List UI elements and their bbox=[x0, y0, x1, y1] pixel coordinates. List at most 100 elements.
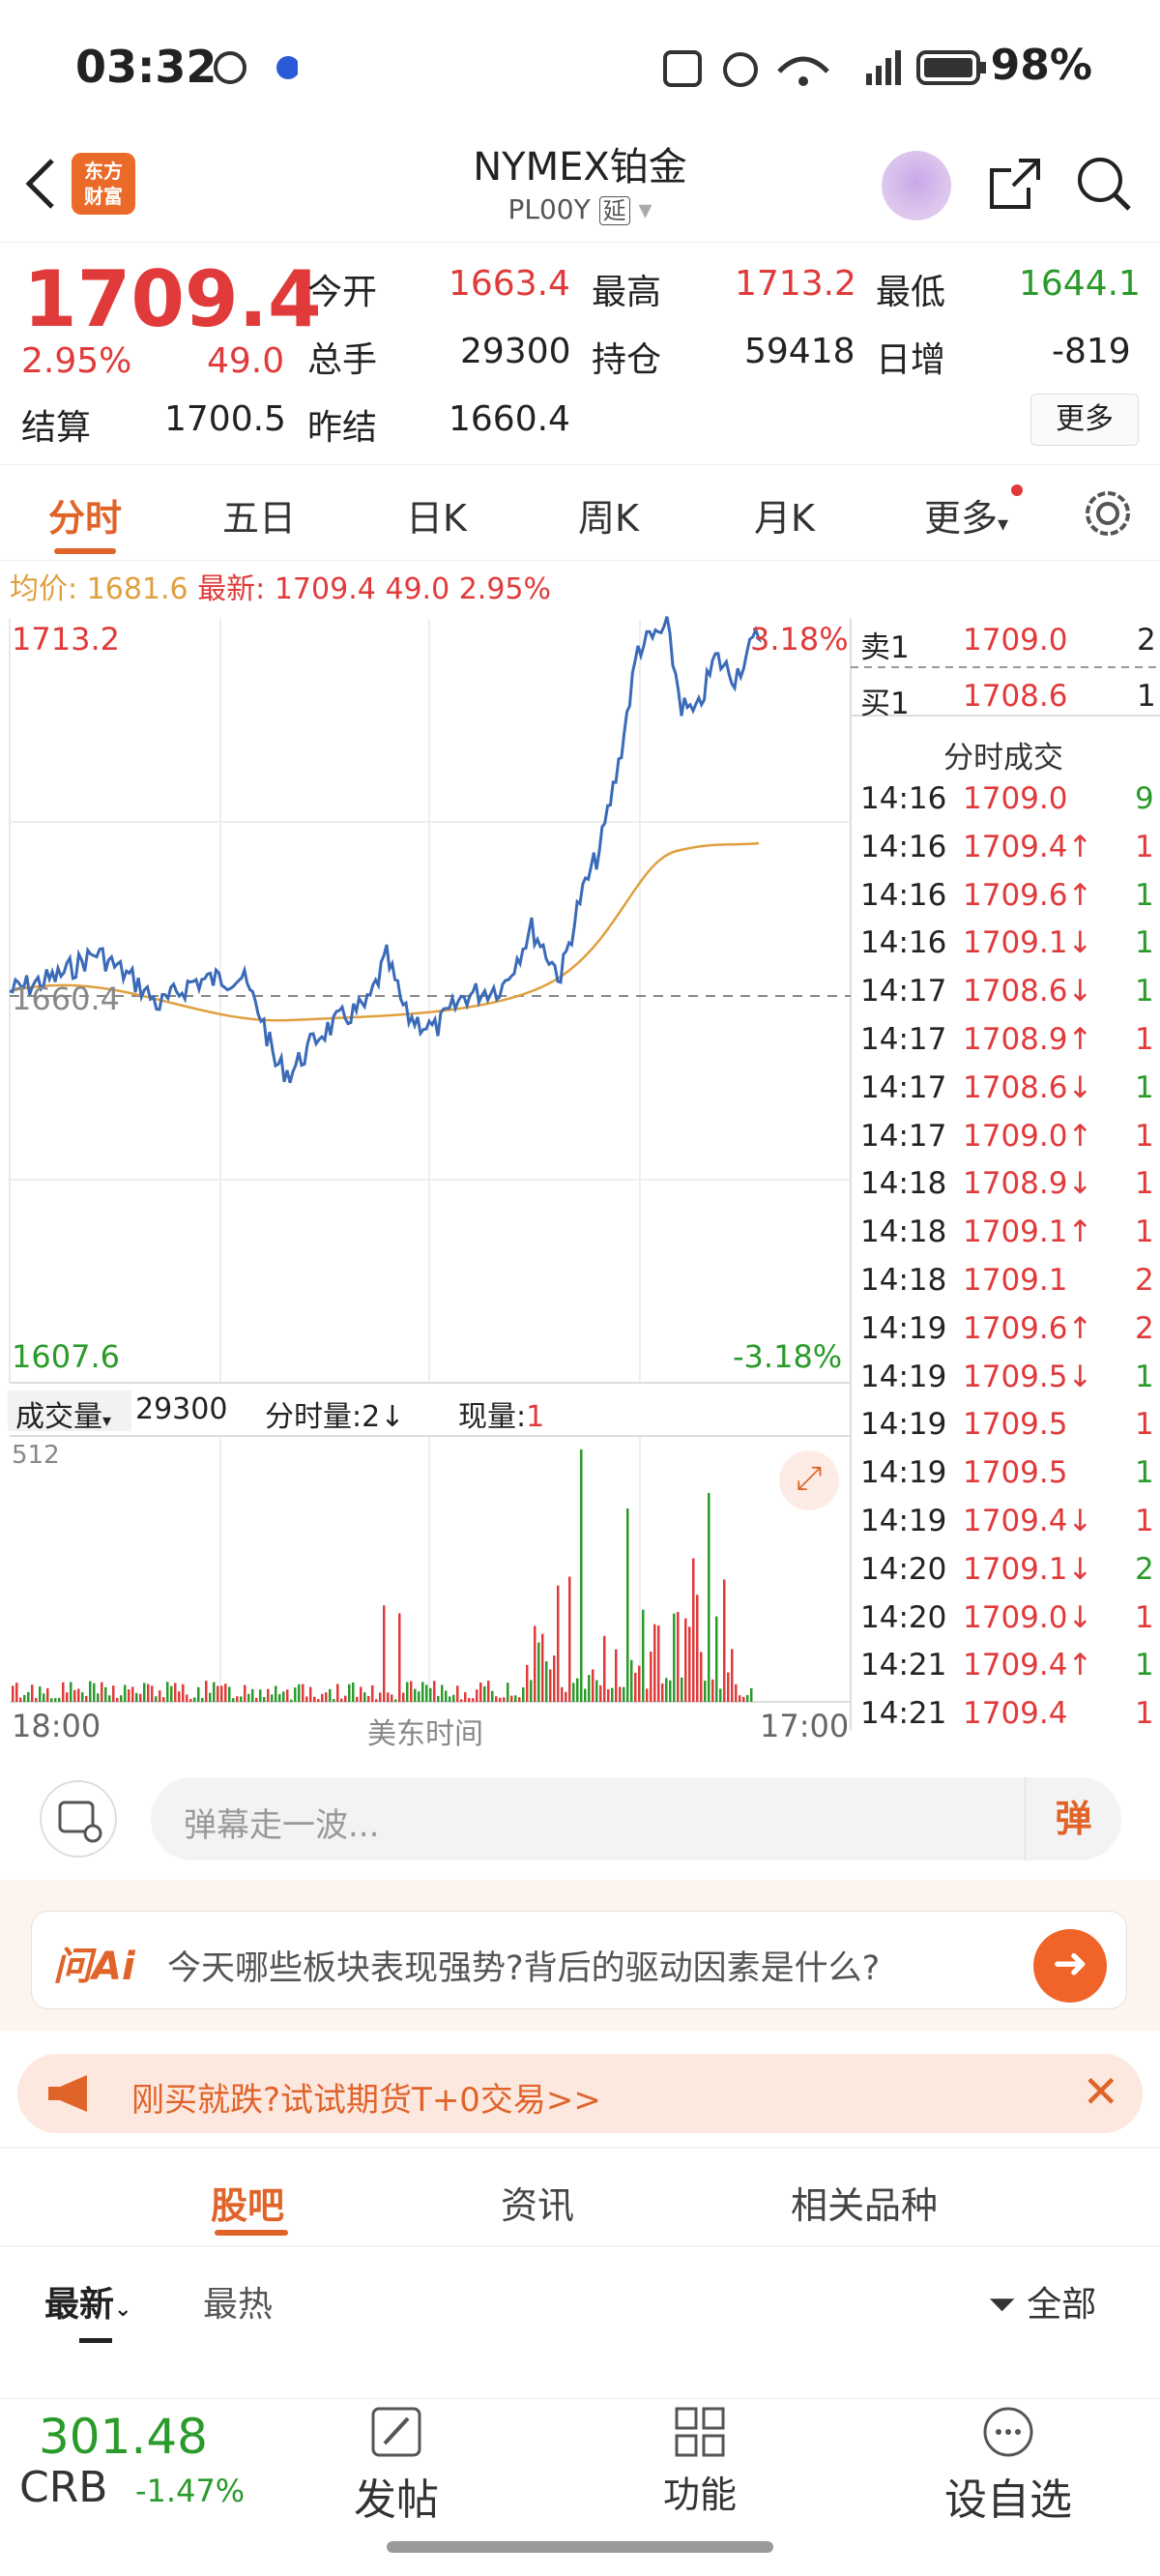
volume-bar bbox=[54, 1698, 57, 1702]
tick-price: 1709.0 bbox=[963, 781, 1068, 816]
change-value: 49.0 bbox=[207, 341, 285, 381]
megaphone-icon bbox=[48, 2075, 87, 2112]
tick-time: 14:20 bbox=[860, 1551, 947, 1587]
volume-bar bbox=[108, 1695, 111, 1702]
close-icon[interactable]: ✕ bbox=[1082, 2065, 1119, 2118]
tab-news[interactable]: 资讯 bbox=[501, 2176, 574, 2229]
caret-down-icon: ▾ bbox=[998, 512, 1009, 537]
chevron-down-icon: ▾ bbox=[638, 193, 652, 225]
volume-bar bbox=[657, 1625, 660, 1702]
volume-bar bbox=[677, 1612, 680, 1702]
ai-question-card[interactable]: 问Ai 今天哪些板块表现强势?背后的驱动因素是什么? ➜ bbox=[31, 1911, 1127, 2009]
volume-bar bbox=[626, 1508, 629, 1702]
volume-bar bbox=[592, 1669, 594, 1702]
tick-time: 14:18 bbox=[860, 1263, 947, 1298]
ai-logo: 问Ai bbox=[53, 1945, 135, 1989]
danmu-send-button[interactable]: 弹 bbox=[1025, 1777, 1121, 1860]
volume-bar bbox=[433, 1681, 436, 1702]
settings-gear-icon[interactable] bbox=[1081, 486, 1135, 541]
volume-bar bbox=[619, 1686, 622, 1702]
sort-latest[interactable]: 最新⌄ bbox=[44, 2276, 131, 2327]
add-watchlist-button[interactable]: 设自选 bbox=[936, 2405, 1081, 2527]
volume-bar bbox=[321, 1693, 324, 1702]
volume-bar bbox=[561, 1686, 564, 1702]
volume-bar bbox=[224, 1683, 227, 1702]
more-button[interactable]: 更多 bbox=[1030, 394, 1139, 446]
volume-bar bbox=[333, 1699, 335, 1702]
post-button[interactable]: 发帖 bbox=[348, 2405, 445, 2527]
tick-time: 14:17 bbox=[860, 1118, 947, 1154]
volume-bar bbox=[46, 1687, 49, 1702]
tick-time: 14:19 bbox=[860, 1359, 947, 1394]
share-icon[interactable] bbox=[986, 155, 1044, 213]
volume-bar bbox=[27, 1691, 30, 1702]
tab-monthly-k[interactable]: 月K bbox=[754, 488, 815, 542]
volume-bar bbox=[294, 1687, 297, 1702]
volume-bar bbox=[704, 1681, 707, 1702]
volume-bar bbox=[186, 1694, 188, 1702]
tab-related[interactable]: 相关品种 bbox=[791, 2176, 938, 2229]
danmu-list-icon[interactable] bbox=[39, 1779, 118, 1859]
arrow-right-icon[interactable]: ➜ bbox=[1033, 1929, 1107, 2003]
volume-bar bbox=[518, 1697, 521, 1702]
ticks-title: 分时成交 bbox=[943, 741, 1063, 776]
volume-bar bbox=[700, 1652, 703, 1702]
tick-qty: 1 bbox=[1135, 1069, 1154, 1105]
expand-icon[interactable]: ⤢ bbox=[779, 1450, 839, 1510]
volume-bar bbox=[750, 1687, 753, 1702]
volume-bar bbox=[746, 1694, 749, 1702]
volume-bar bbox=[259, 1689, 262, 1702]
volume-bar bbox=[275, 1685, 277, 1702]
volume-bar bbox=[634, 1672, 637, 1702]
function-button[interactable]: 功能 bbox=[652, 2405, 748, 2518]
volume-bar bbox=[568, 1576, 571, 1702]
volume-bar bbox=[155, 1696, 158, 1702]
search-icon[interactable] bbox=[1075, 155, 1133, 213]
tick-qty: 1 bbox=[1135, 877, 1154, 913]
filter-icon: ⏷ bbox=[988, 2285, 1028, 2325]
tab-intraday[interactable]: 分时 bbox=[48, 488, 122, 542]
volume-bar bbox=[182, 1683, 185, 1702]
danmu-input[interactable]: 弹幕走一波... bbox=[151, 1777, 1121, 1860]
tick-qty: 1 bbox=[1135, 1648, 1154, 1683]
volume-bar bbox=[367, 1695, 370, 1702]
status-bar: 03:32 98% bbox=[0, 0, 1160, 126]
assistant-robot-icon[interactable] bbox=[882, 151, 951, 220]
volume-bar bbox=[468, 1698, 471, 1702]
volume-bar bbox=[456, 1685, 459, 1702]
volume-bar bbox=[325, 1692, 328, 1702]
tick-volume: 分时量:2↓ bbox=[265, 1400, 405, 1434]
volume-bar bbox=[607, 1689, 610, 1702]
sort-hot[interactable]: 最热 bbox=[203, 2276, 273, 2327]
volume-bar bbox=[313, 1696, 316, 1702]
volume-bar bbox=[615, 1649, 618, 1702]
volume-bar bbox=[603, 1635, 606, 1702]
volume-bar bbox=[572, 1683, 575, 1702]
crb-value[interactable]: 301.48 bbox=[39, 2409, 208, 2465]
volume-bar bbox=[421, 1682, 424, 1702]
grid-icon bbox=[675, 2407, 725, 2457]
tab-five-day[interactable]: 五日 bbox=[222, 488, 296, 542]
base-price-label: 1660.4 bbox=[12, 981, 120, 1017]
tab-weekly-k[interactable]: 周K bbox=[578, 488, 639, 542]
tab-daily-k[interactable]: 日K bbox=[406, 488, 467, 542]
intraday-chart-area: 1713.2 3.18% 1660.4 1607.6 -3.18% 成交量▾ 2… bbox=[0, 609, 1160, 1751]
tick-qty: 1 bbox=[1135, 1504, 1154, 1538]
x-axis-timezone: 美东时间 bbox=[367, 1717, 483, 1751]
volume-bar bbox=[205, 1681, 208, 1702]
volume-selector[interactable]: 成交量▾ bbox=[8, 1390, 131, 1434]
volume-bar bbox=[487, 1681, 490, 1702]
volume-bar bbox=[452, 1694, 455, 1702]
promo-banner[interactable]: 刚买就跌?试试期货T+0交易>> ✕ bbox=[17, 2054, 1143, 2133]
tick-price: 1709.5↓ bbox=[963, 1359, 1093, 1394]
volume-bar bbox=[70, 1682, 72, 1702]
tab-more[interactable]: 更多▾ bbox=[924, 488, 1008, 542]
volume-bar bbox=[402, 1692, 405, 1702]
tab-guba[interactable]: 股吧 bbox=[211, 2176, 284, 2229]
volume-bar bbox=[394, 1699, 397, 1702]
filter-all[interactable]: ⏷ 全部 bbox=[988, 2276, 1096, 2327]
volume-bar bbox=[541, 1633, 544, 1702]
tick-row: 14:21 1709.4↑ 1 bbox=[860, 1648, 1160, 1692]
tick-row: 14:17 1709.0↑ 1 bbox=[860, 1119, 1160, 1163]
price-bottom-label: 1607.6 bbox=[12, 1338, 120, 1375]
